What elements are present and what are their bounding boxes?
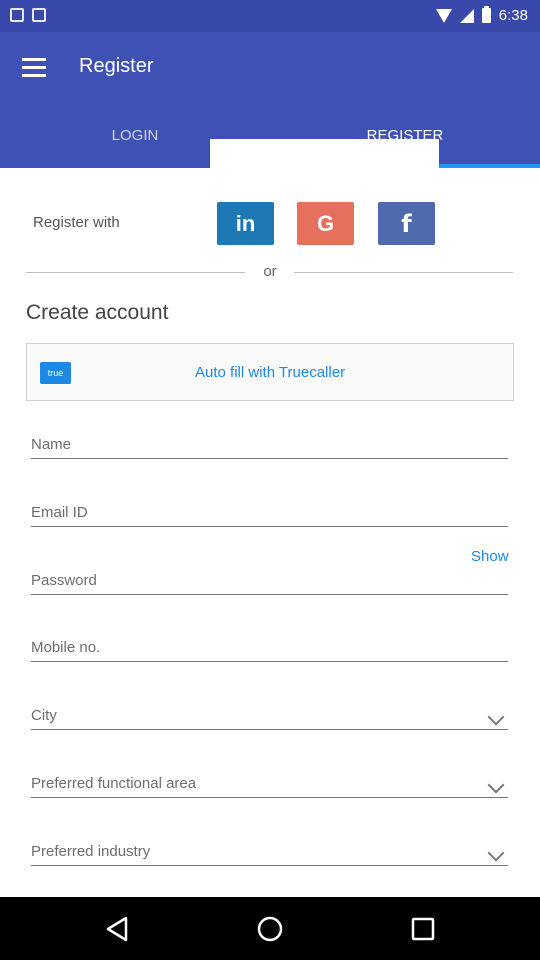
signal-icon bbox=[459, 8, 474, 23]
city-placeholder: City bbox=[31, 707, 57, 724]
name-placeholder: Name bbox=[31, 436, 72, 453]
home-icon[interactable] bbox=[256, 915, 284, 948]
industry-placeholder: Preferred industry bbox=[31, 843, 151, 860]
page-title: Register bbox=[79, 55, 154, 77]
divider-line-left bbox=[26, 272, 245, 273]
truecaller-label: Auto fill with Truecaller bbox=[195, 364, 346, 381]
truecaller-autofill-button[interactable]: true Auto fill with Truecaller bbox=[26, 343, 514, 401]
tab-overlay bbox=[210, 139, 439, 168]
chevron-down-icon bbox=[487, 708, 505, 726]
city-select[interactable]: City bbox=[31, 698, 508, 730]
status-time: 6:38 bbox=[498, 7, 528, 24]
email-placeholder: Email ID bbox=[31, 504, 88, 521]
linkedin-button[interactable]: in bbox=[217, 202, 274, 245]
password-placeholder: Password bbox=[31, 572, 97, 589]
password-field[interactable]: Password bbox=[31, 563, 508, 595]
back-icon[interactable] bbox=[104, 915, 132, 948]
mobile-placeholder: Mobile no. bbox=[31, 639, 101, 656]
google-button[interactable]: G bbox=[297, 202, 354, 245]
facebook-button[interactable]: f bbox=[378, 202, 435, 245]
status-bar: 6:38 bbox=[0, 0, 540, 32]
wifi-icon bbox=[435, 8, 452, 23]
divider-or: or bbox=[263, 263, 277, 280]
hamburger-menu-icon[interactable] bbox=[22, 58, 48, 78]
chevron-down-icon bbox=[487, 776, 505, 794]
notification-icon bbox=[32, 8, 46, 22]
divider-line-right bbox=[294, 272, 513, 273]
email-field[interactable]: Email ID bbox=[31, 495, 508, 527]
truecaller-logo-icon: true bbox=[40, 362, 71, 384]
battery-icon bbox=[481, 6, 491, 23]
recent-apps-icon[interactable] bbox=[409, 915, 437, 948]
mobile-field[interactable]: Mobile no. bbox=[31, 630, 508, 662]
create-account-heading: Create account bbox=[26, 301, 169, 324]
name-field[interactable]: Name bbox=[31, 427, 508, 459]
industry-select[interactable]: Preferred industry bbox=[31, 834, 508, 866]
functional-area-placeholder: Preferred functional area bbox=[31, 775, 197, 792]
system-nav-bar bbox=[0, 897, 540, 960]
app-bar: Register bbox=[0, 32, 540, 104]
register-with-label: Register with bbox=[33, 214, 120, 231]
chevron-down-icon bbox=[487, 844, 505, 862]
functional-area-select[interactable]: Preferred functional area bbox=[31, 766, 508, 798]
notification-icon bbox=[10, 8, 24, 22]
notification-icons bbox=[10, 8, 46, 22]
